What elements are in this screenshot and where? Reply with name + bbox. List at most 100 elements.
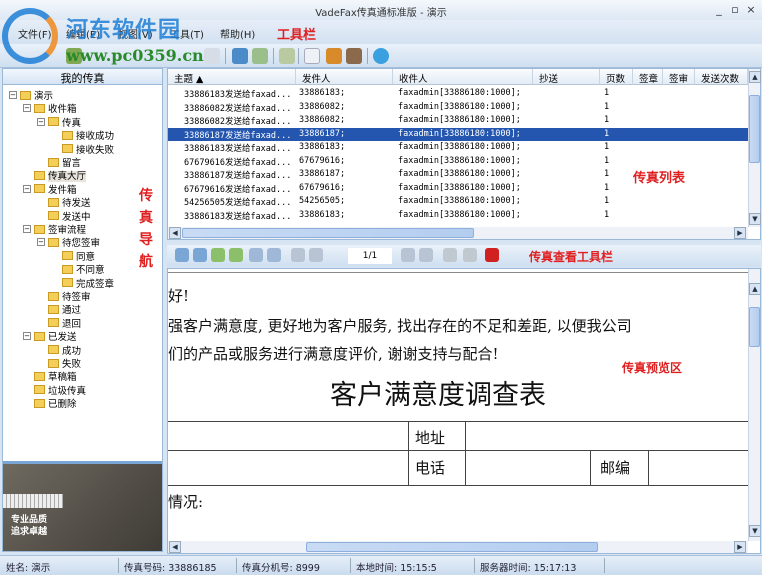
list-horizontal-scrollbar[interactable]: ◀ ▶ xyxy=(168,227,748,239)
table-cell: 1 xyxy=(604,209,610,220)
scroll-up-button[interactable]: ▲ xyxy=(749,71,761,83)
scroll-thumb[interactable] xyxy=(182,228,474,238)
first-page-icon[interactable] xyxy=(291,248,305,262)
scroll-up-button[interactable]: ▲ xyxy=(749,283,760,295)
rotate-left-icon[interactable] xyxy=(211,248,225,262)
nav-item[interactable]: 接收成功 xyxy=(3,128,162,142)
scroll-right-button[interactable]: ▶ xyxy=(734,541,746,553)
zoom-in-icon[interactable] xyxy=(175,248,189,262)
table-row[interactable]: 33886082发送给faxad... 33886082; faxadmin[338… xyxy=(168,101,748,115)
scroll-down-button[interactable]: ▼ xyxy=(749,525,760,537)
nav-item[interactable]: − 收件箱 xyxy=(3,101,162,115)
nav-item[interactable]: − 已发送 xyxy=(3,329,162,343)
nav-item[interactable]: 待签审 xyxy=(3,289,162,303)
nav-item[interactable]: − 传真 xyxy=(3,115,162,129)
scroll-down-button[interactable]: ▼ xyxy=(749,213,761,225)
scroll-right-button[interactable]: ▶ xyxy=(734,227,746,239)
collapse-icon[interactable]: − xyxy=(23,104,31,113)
nav-item[interactable]: 接收失败 xyxy=(3,142,162,156)
nav-item[interactable]: 已删除 xyxy=(3,396,162,410)
preview-horizontal-scrollbar[interactable]: ◀ ▶ xyxy=(168,541,748,553)
minimize-button[interactable]: _ xyxy=(712,3,726,17)
column-header[interactable]: 签章 xyxy=(633,69,663,85)
last-page-icon[interactable] xyxy=(419,248,433,262)
preview-annotation: 传真预览区 xyxy=(622,361,683,375)
folder-icon xyxy=(48,117,59,127)
nav-item-label: 留言 xyxy=(62,158,82,169)
user-group-icon xyxy=(20,90,31,100)
nav-item[interactable]: 退回 xyxy=(3,316,162,330)
column-header[interactable]: 发送次数 xyxy=(695,69,748,85)
table-row[interactable]: 33886187发送给faxad... 33886187; faxadmin[338… xyxy=(168,127,748,141)
nav-item[interactable]: 传真大厅 xyxy=(3,168,162,183)
scroll-left-button[interactable]: ◀ xyxy=(169,541,181,553)
nav-item-label: 通过 xyxy=(62,305,82,317)
help-icon[interactable] xyxy=(373,48,389,64)
table-row[interactable]: 67679616发送给faxad... 67679616; faxadmin[338… xyxy=(168,155,748,169)
collapse-icon[interactable]: − xyxy=(23,184,31,193)
nav-item[interactable]: 草稿箱 xyxy=(3,369,162,383)
nav-item[interactable]: 失败 xyxy=(3,356,162,370)
table-row[interactable]: 33886183发送给faxad... 33886183; faxadmin[338… xyxy=(168,141,748,155)
next-page-icon[interactable] xyxy=(401,248,415,262)
nav-item[interactable]: 成功 xyxy=(3,343,162,357)
page-number-field[interactable] xyxy=(348,248,392,264)
column-header[interactable]: 抄送 xyxy=(533,69,600,85)
outbox-icon xyxy=(34,184,45,194)
reply-icon[interactable] xyxy=(232,48,248,64)
collapse-icon[interactable]: − xyxy=(37,117,45,126)
table-cell: faxadmin[33886180:1000]; xyxy=(398,182,521,193)
nav-item[interactable]: 垃圾传真 xyxy=(3,383,162,397)
nav-item[interactable]: 留言 xyxy=(3,155,162,169)
scroll-thumb[interactable] xyxy=(306,542,598,552)
column-header[interactable]: 页数 xyxy=(600,69,633,85)
table-row[interactable]: 33886082发送给faxad... 33886082; faxadmin[338… xyxy=(168,114,748,128)
list-vertical-scrollbar[interactable]: ▲ ▼ xyxy=(748,69,761,227)
delete-icon[interactable] xyxy=(485,248,499,262)
scroll-left-button[interactable]: ◀ xyxy=(169,227,181,239)
collapse-icon[interactable]: − xyxy=(23,225,31,233)
column-header[interactable]: 发件人 xyxy=(296,69,393,85)
sign-icon[interactable] xyxy=(443,248,457,262)
table-cell: faxadmin[33886180:1000]; xyxy=(398,101,521,112)
prev-page-icon[interactable] xyxy=(309,248,323,262)
close-button[interactable]: × xyxy=(744,3,758,17)
table-row[interactable]: 33886183发送给faxad... 33886183; faxadmin[338… xyxy=(168,209,748,223)
nav-item[interactable]: 通过 xyxy=(3,302,162,317)
menu-help[interactable]: 帮助(H) xyxy=(220,26,255,41)
stamp-icon[interactable] xyxy=(346,48,362,64)
preview-vertical-scrollbar[interactable]: ▲ ▼ xyxy=(748,269,760,541)
table-cell: 33886082发送给faxad... xyxy=(184,103,292,114)
scroll-thumb[interactable] xyxy=(749,95,760,163)
column-header[interactable]: 收件人 xyxy=(393,69,533,85)
table-row[interactable]: 33886183发送给faxad... 33886183; faxadmin[338… xyxy=(168,87,748,101)
refresh-icon[interactable] xyxy=(279,48,295,64)
fit-width-icon[interactable] xyxy=(267,248,281,262)
approve-icon[interactable] xyxy=(463,248,477,262)
scroll-thumb[interactable] xyxy=(749,307,760,347)
collapse-icon[interactable]: − xyxy=(37,238,45,247)
nav-item[interactable]: 完成签章 xyxy=(3,276,162,290)
table-cell: 33886183; xyxy=(299,142,346,152)
table-cell: 1 xyxy=(604,196,610,206)
zoom-out-icon[interactable] xyxy=(193,248,207,262)
table-cell: faxadmin[33886180:1000]; xyxy=(398,169,521,179)
nav-item-label: 成功 xyxy=(62,345,82,357)
column-header[interactable]: 主题 ▲ xyxy=(168,69,296,85)
collapse-icon[interactable]: − xyxy=(23,332,31,341)
status-extension: 传真分机号: 8999 xyxy=(242,563,320,574)
restore-button[interactable]: ▫ xyxy=(728,3,742,17)
nav-annotation-char: 航 xyxy=(139,254,153,270)
table-cell: 1 xyxy=(604,142,610,152)
fit-page-icon[interactable] xyxy=(249,248,263,262)
column-header[interactable]: 签审 xyxy=(663,69,695,85)
nav-item[interactable]: − 演示 xyxy=(3,88,162,102)
forward-icon[interactable] xyxy=(252,48,268,64)
contacts-icon[interactable] xyxy=(326,48,342,64)
rotate-right-icon[interactable] xyxy=(229,248,243,262)
send-icon[interactable] xyxy=(204,48,220,64)
table-row[interactable]: 54256505发送给faxad... 54256505; faxadmin[338… xyxy=(168,195,748,209)
collapse-icon[interactable]: − xyxy=(9,91,17,99)
print-icon[interactable] xyxy=(304,48,320,64)
preview-heading: 客户满意度调查表 xyxy=(330,380,546,411)
